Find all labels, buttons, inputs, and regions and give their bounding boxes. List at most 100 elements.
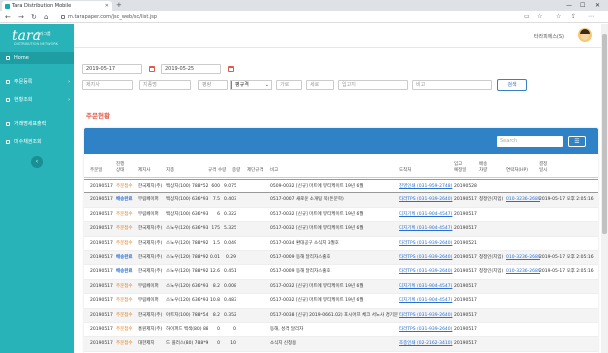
calendar-icon[interactable] <box>228 66 234 72</box>
col-header[interactable]: 배송 차량 <box>479 162 487 173</box>
col-header[interactable]: 연락처(HP) <box>506 168 528 174</box>
cell-note: 0517-0034 환대공구 소식지 3월호 <box>270 240 339 246</box>
cell-dest[interactable]: 타라TPS (031-939-2640) <box>399 237 453 251</box>
maximize-button[interactable]: ☐ <box>580 0 585 11</box>
forward-button[interactable]: → <box>18 11 24 23</box>
table-row[interactable]: 20190517 주문접수 무림페이퍼 백상지(100) 636*939 6 0.322 0… <box>84 208 598 223</box>
cell-dest[interactable]: 조종인쇄 (02-2162-3410) <box>399 337 453 351</box>
date-from-input[interactable]: 2019-05-17 <box>82 64 142 74</box>
new-tab-button[interactable]: + <box>116 0 122 11</box>
col-header[interactable]: 제단규격 <box>247 168 264 174</box>
cell-dest[interactable]: 디지기획 (031-904-4547) <box>399 280 453 294</box>
cell-dest[interactable]: 타라TPS (031-939-2640) <box>399 309 453 323</box>
col-header[interactable]: 규격 <box>208 168 216 174</box>
cell-date: 20190517 <box>90 327 113 332</box>
sidebar-item-order[interactable]: 주문등록 › <box>0 76 74 88</box>
back-button[interactable]: ← <box>5 11 11 23</box>
cell-phone[interactable]: 010-3236-2689 <box>506 251 540 265</box>
user-name[interactable]: 타라피에스(S) <box>534 33 564 40</box>
browser-tab[interactable]: Tara Distribution Mobile ✕ <box>2 1 112 11</box>
cell-dest[interactable]: 타라TPS (031-939-2640) <box>399 251 453 265</box>
table-row[interactable]: 20190517 배송완료 한국제지(주) 스노우(120) 788*925 0.01 0… <box>84 251 598 266</box>
sidebar-item-status[interactable]: 현황조회 › <box>0 94 74 106</box>
cell-qty: 600 <box>211 184 220 189</box>
table-search-input[interactable]: Search <box>497 136 563 147</box>
brand-input[interactable]: 지종명 <box>139 80 191 90</box>
reload-button[interactable]: ↻ <box>31 11 37 23</box>
favorites-bar-icon[interactable]: ☆ <box>556 11 561 23</box>
date-to-input[interactable]: 2019-05-25 <box>161 64 221 74</box>
cell-date: 20190517 <box>90 184 113 189</box>
sidebar-item-receivable[interactable]: 미수채권조회 <box>0 136 74 148</box>
cell-dest[interactable]: 디지기획 (031-904-4547) <box>399 294 453 308</box>
table-row[interactable]: 20190517 배송완료 무림페이퍼 백상지(100) 636*939 7.5 0.40… <box>84 193 598 208</box>
col-header[interactable]: 지종 <box>166 168 174 174</box>
cell-dest[interactable]: 디지기획 (031-904-4547) <box>399 222 453 236</box>
col-header[interactable]: 진행 상태 <box>116 162 124 173</box>
grade-select[interactable]: 평규격 ⌄ <box>230 80 272 90</box>
cell-paper: 백상지(100) 636*939 <box>166 197 208 203</box>
reader-icon[interactable]: ▭ <box>524 11 530 23</box>
table-row[interactable]: 20190517배송완료한국제지(주)스노우(120) 788*92512.69… <box>84 265 598 280</box>
share-icon[interactable]: ⇪ <box>571 11 576 23</box>
avatar-hair <box>580 29 590 34</box>
sidebar-item-home[interactable]: Home <box>0 52 74 64</box>
cell-dest[interactable]: 타라TPS (031-939-2640) <box>399 265 453 279</box>
list-view-icon[interactable]: ☰ <box>568 136 586 147</box>
cell-dest[interactable]: 디지기획 (031-904-4547) <box>399 208 453 222</box>
sidebar-item-print[interactable]: 거래명세표출력 <box>0 118 74 130</box>
cell-date: 20190517 <box>90 255 113 260</box>
cell-maker: 무림페이퍼 <box>138 298 159 304</box>
col-header[interactable]: 주문일 <box>90 168 102 174</box>
cell-note: 0517-0032 [신규] 마트에 뷰티케이트 19년 6월 <box>270 298 364 304</box>
table-row[interactable]: 20190517주문접수홍원제지(주)하이퍼드 백색(80) 880*900동해… <box>84 323 598 338</box>
col-header[interactable]: 제지사 <box>138 168 150 174</box>
memo-input[interactable]: 비고 <box>412 80 492 90</box>
cell-dest[interactable]: 타라TPS (031-939-2640) <box>399 323 453 337</box>
length-input[interactable]: 세로 <box>306 80 334 90</box>
home-button[interactable]: ⌂ <box>44 11 48 23</box>
col-header[interactable]: 수량 <box>218 168 226 174</box>
cell-eta: 20190528 <box>454 184 477 189</box>
maker-input[interactable]: 제지사 <box>82 80 133 90</box>
cell-eta: 20190517 <box>454 283 477 289</box>
calendar-icon[interactable] <box>149 66 155 72</box>
avatar[interactable] <box>578 28 592 42</box>
col-header[interactable]: 비고 <box>270 168 278 174</box>
cell-qty: 8.2 <box>212 312 220 318</box>
cell-status: 주문접수 <box>116 226 133 232</box>
table-row[interactable]: 20190517 주문접수 한국제지(주) 스노우(120) 636*939 175 5.… <box>84 222 598 237</box>
table-row[interactable]: 20190517 주문접수 대한제지 드 플러스(80) 788*9 0 10 소식지 신청… <box>84 337 598 352</box>
table-row[interactable]: 20190517 주문접수 무림페이퍼 스노우(120) 636*939 10.8 0.4… <box>84 294 598 309</box>
weight-input[interactable]: 평량 <box>198 80 228 90</box>
tab-close-icon[interactable]: ✕ <box>105 1 109 11</box>
col-header[interactable]: 도착처 <box>399 168 411 174</box>
table-row[interactable]: 20190517 주문접수 무림페이퍼 스노우(120) 636*939 8.2 0.00… <box>84 279 598 295</box>
width-input[interactable]: 가로 <box>276 80 302 90</box>
cell-note: 0517-0038 [신규] 2019-0661.02) 포시어프 체크 서노사… <box>270 312 398 318</box>
scrollbar-thumb[interactable] <box>602 34 607 234</box>
cell-weight: 0.451 <box>224 269 236 275</box>
search-button[interactable]: 검색 <box>497 79 527 91</box>
table-row[interactable]: 20190517 주문접수 한국제지(주) 아트지(100) 788*545 8.2 0.… <box>84 308 598 323</box>
print-icon <box>6 122 10 126</box>
table-row[interactable]: 20190517 주문접수 한국제지(주) 스노우(120) 788*925 1.5 0.… <box>84 237 598 251</box>
cell-phone[interactable]: 010-3236-2689 <box>506 193 540 207</box>
minimize-button[interactable]: — <box>566 0 572 11</box>
cell-eta: 20190521 <box>454 240 477 246</box>
cell-phone[interactable]: 010-3236-2689 <box>506 265 540 279</box>
col-header[interactable]: 입고 예정일 <box>454 162 466 173</box>
close-window-button[interactable]: ✕ <box>595 0 600 11</box>
more-menu-icon[interactable]: ⋯ <box>588 11 594 23</box>
cell-dest[interactable]: 타라TPS (031-939-2640) <box>399 193 453 207</box>
shipto-input[interactable]: 입고지 <box>338 80 408 90</box>
page-scrollbar[interactable] <box>601 24 608 353</box>
cell-dest[interactable]: 진영인쇄 (031-959-2748) <box>399 180 453 194</box>
url-field[interactable]: m.tarapaper.com/jsc_web/sc/list.jsp <box>60 13 530 21</box>
cell-status: 주문접수 <box>116 312 133 318</box>
col-header[interactable]: 결정 일시 <box>539 162 547 173</box>
favorite-star-icon[interactable]: ☆ <box>537 11 542 23</box>
sidebar-collapse-button[interactable]: ‹ <box>31 156 43 168</box>
table-row[interactable]: 20190517 주문접수 한국제지(주) 백상지(100) 788*526 600 9.… <box>84 179 598 194</box>
col-header[interactable]: 중량 <box>232 168 240 174</box>
